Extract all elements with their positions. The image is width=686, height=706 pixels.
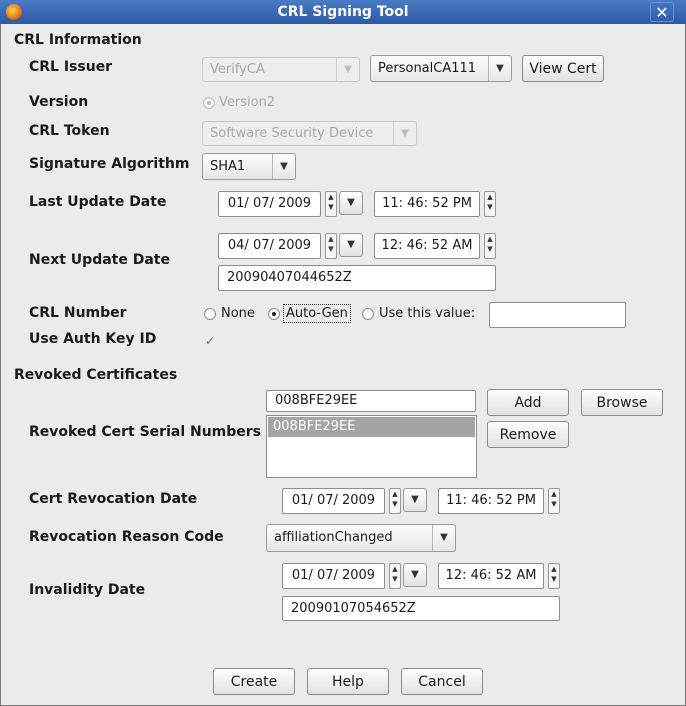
signature-algorithm-combo[interactable]: SHA1 ▼ [202, 153, 296, 180]
crl-token-combo: Software Security Device ▼ [202, 121, 417, 146]
next-update-date-field[interactable]: 04/ 07/ 2009 [218, 233, 321, 259]
revocation-date-spinner[interactable]: ▲ ▼ [389, 488, 401, 514]
invalidity-text-field[interactable]: 20090107054652Z [282, 596, 560, 621]
spin-up-icon: ▲ [551, 490, 557, 498]
chevron-down-icon: ▼ [347, 239, 355, 250]
spin-down-icon: ▼ [328, 245, 334, 253]
issuer-cert-value: PersonalCA111 [378, 61, 477, 76]
spin-down-icon: ▼ [551, 500, 557, 508]
last-update-time-spinner[interactable]: ▲ ▼ [484, 191, 496, 217]
crl-number-none-radio[interactable] [204, 308, 216, 320]
last-update-time-field[interactable]: 11: 46: 52 PM [374, 191, 480, 217]
spin-up-icon: ▲ [487, 193, 493, 201]
list-item[interactable]: 008BFE29EE [268, 417, 475, 437]
crl-number-auto-label: Auto-Gen [283, 304, 351, 323]
view-cert-button[interactable]: View Cert [522, 55, 604, 82]
spin-up-icon: ▲ [392, 565, 398, 573]
last-update-label: Last Update Date [29, 194, 167, 210]
firefox-icon [6, 4, 22, 20]
revocation-calendar-button[interactable]: ▼ [403, 488, 427, 512]
spin-down-icon: ▼ [487, 203, 493, 211]
close-button[interactable]: ✕ [650, 2, 674, 22]
help-button[interactable]: Help [307, 668, 389, 695]
chevron-down-icon: ▼ [272, 154, 295, 179]
chevron-down-icon: ▼ [347, 197, 355, 208]
version-label: Version [29, 94, 89, 110]
spin-down-icon: ▼ [392, 575, 398, 583]
spin-down-icon: ▼ [487, 245, 493, 253]
crl-issuer-label: CRL Issuer [29, 59, 113, 75]
next-update-text-field[interactable]: 20090407044652Z [218, 265, 496, 291]
chevron-down-icon: ▼ [336, 58, 359, 81]
window-title: CRL Signing Tool [277, 4, 409, 20]
invalidity-calendar-button[interactable]: ▼ [403, 563, 427, 587]
title-bar: CRL Signing Tool [0, 0, 686, 24]
next-update-date-spinner[interactable]: ▲ ▼ [325, 233, 337, 259]
section-crl-information: CRL Information [14, 32, 142, 48]
reason-code-label: Revocation Reason Code [29, 529, 224, 545]
issuer-cert-combo[interactable]: PersonalCA111 ▼ [370, 55, 512, 82]
serial-numbers-list[interactable]: 008BFE29EE [266, 415, 477, 478]
invalidity-date-field[interactable]: 01/ 07/ 2009 [282, 563, 385, 589]
crl-token-value: Software Security Device [210, 126, 374, 141]
reason-code-combo[interactable]: affiliationChanged ▼ [266, 524, 456, 552]
crl-number-value-input[interactable] [489, 302, 626, 328]
crl-number-label: CRL Number [29, 305, 127, 321]
signature-algorithm-label: Signature Algorithm [29, 156, 190, 172]
browse-button[interactable]: Browse [581, 389, 663, 416]
next-update-time-spinner[interactable]: ▲ ▼ [484, 233, 496, 259]
last-update-date-field[interactable]: 01/ 07/ 2009 [218, 191, 321, 217]
spin-up-icon: ▲ [328, 193, 334, 201]
remove-button[interactable]: Remove [487, 421, 569, 448]
last-update-date-spinner[interactable]: ▲ ▼ [325, 191, 337, 217]
version2-label: Version2 [219, 95, 276, 110]
auth-key-checkbox[interactable]: ✓ [205, 335, 217, 347]
invalidity-date-label: Invalidity Date [29, 582, 146, 598]
revocation-date-label: Cert Revocation Date [29, 491, 198, 507]
revoked-serials-label: Revoked Cert Serial Numbers [29, 424, 262, 440]
spin-down-icon: ▼ [328, 203, 334, 211]
serial-number-input[interactable]: 008BFE29EE [266, 390, 476, 412]
next-update-label: Next Update Date [29, 252, 170, 268]
spin-up-icon: ▲ [487, 235, 493, 243]
chevron-down-icon: ▼ [411, 569, 419, 580]
crl-number-value-radio[interactable] [362, 308, 374, 320]
cancel-button[interactable]: Cancel [401, 668, 483, 695]
create-button[interactable]: Create [213, 668, 295, 695]
chevron-down-icon: ▼ [432, 525, 455, 551]
signature-algorithm-value: SHA1 [210, 159, 246, 174]
revocation-time-spinner[interactable]: ▲ ▼ [548, 488, 560, 514]
spin-down-icon: ▼ [551, 575, 557, 583]
issuer-ca-value: VerifyCA [210, 62, 265, 77]
spin-up-icon: ▲ [551, 565, 557, 573]
spin-up-icon: ▲ [328, 235, 334, 243]
revocation-time-field[interactable]: 11: 46: 52 PM [438, 488, 544, 514]
crl-number-auto-radio[interactable] [268, 308, 280, 320]
issuer-ca-combo: VerifyCA ▼ [202, 57, 360, 82]
revocation-date-field[interactable]: 01/ 07/ 2009 [282, 488, 385, 514]
section-revoked-certificates: Revoked Certificates [14, 367, 178, 383]
add-button[interactable]: Add [487, 389, 569, 416]
reason-code-value: affiliationChanged [274, 530, 393, 545]
spin-up-icon: ▲ [392, 490, 398, 498]
version2-radio [203, 97, 215, 109]
chevron-down-icon: ▼ [411, 494, 419, 505]
crl-number-none-label: None [221, 306, 255, 321]
next-update-calendar-button[interactable]: ▼ [339, 233, 363, 257]
spin-down-icon: ▼ [392, 500, 398, 508]
last-update-calendar-button[interactable]: ▼ [339, 191, 363, 215]
auth-key-label: Use Auth Key ID [29, 331, 157, 347]
chevron-down-icon: ▼ [488, 56, 511, 81]
invalidity-date-spinner[interactable]: ▲ ▼ [389, 563, 401, 589]
invalidity-time-spinner[interactable]: ▲ ▼ [548, 563, 560, 589]
next-update-time-field[interactable]: 12: 46: 52 AM [374, 233, 480, 259]
invalidity-time-field[interactable]: 12: 46: 52 AM [438, 563, 544, 589]
crl-number-value-label: Use this value: [379, 306, 476, 321]
crl-token-label: CRL Token [29, 123, 110, 139]
chevron-down-icon: ▼ [393, 122, 416, 145]
check-icon: ✓ [205, 334, 216, 348]
close-icon: ✕ [655, 3, 669, 22]
